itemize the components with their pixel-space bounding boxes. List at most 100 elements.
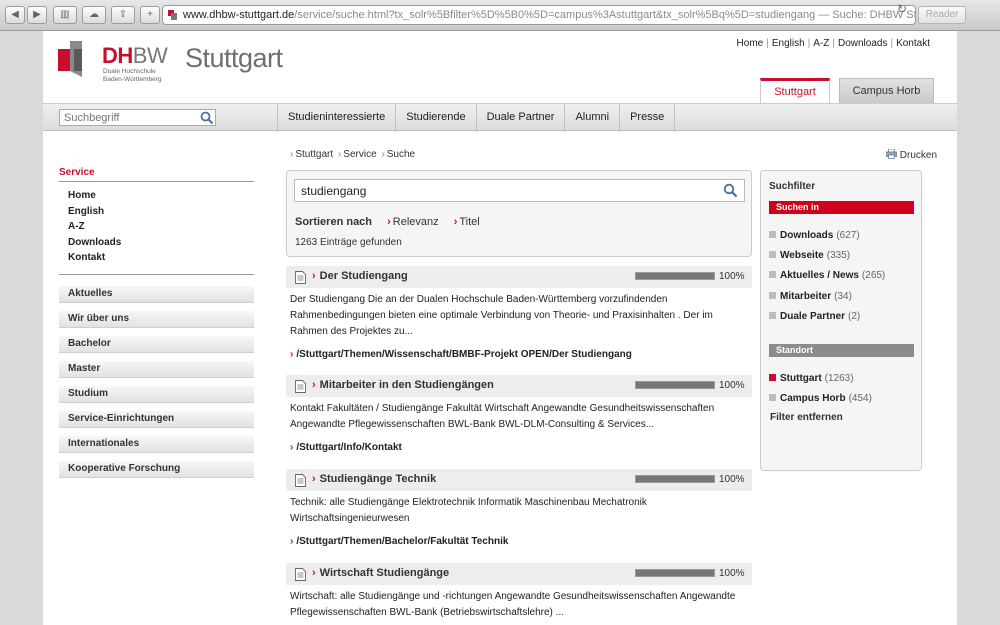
filter-item-aktuelles-news[interactable]: Aktuelles / News (265) <box>769 270 885 281</box>
breadcrumb-service[interactable]: Service <box>343 149 376 160</box>
search-panel: Sortieren nach ›Relevanz ›Titel 1263 Ein… <box>286 170 752 257</box>
filter-item-downloads[interactable]: Downloads (627) <box>769 230 860 241</box>
address-bar[interactable]: www.dhbw-stuttgart.de/service/suche.html… <box>162 5 916 25</box>
category-aktuelles[interactable]: Aktuelles <box>59 286 254 303</box>
sidebar-item-english[interactable]: English <box>68 204 254 220</box>
site-search-input[interactable] <box>59 109 216 126</box>
breadcrumb-arrow-icon: › <box>290 149 294 160</box>
chevron-right-icon: › <box>312 379 316 391</box>
filter-standort-header: Standort <box>769 344 914 357</box>
forward-button[interactable]: ▶ <box>27 6 47 24</box>
icloud-tabs-button[interactable]: ☁ <box>82 6 106 24</box>
document-icon <box>295 380 306 393</box>
logo-subtitle-1: Duale Hochschule <box>103 68 156 75</box>
sidebar-item-kontakt[interactable]: Kontakt <box>68 250 254 266</box>
search-result: › Mitarbeiter in den Studiengängen 100% K… <box>286 375 752 453</box>
breadcrumb-stuttgart[interactable]: Stuttgart <box>295 149 333 160</box>
top-links: Home | English | A-Z | Downloads | Kontakt <box>736 38 930 49</box>
category-wir-ueber-uns[interactable]: Wir über uns <box>59 311 254 328</box>
bookmarks-button[interactable]: ▥ <box>53 6 77 24</box>
breadcrumb-arrow-icon: › <box>381 149 385 160</box>
tab-stuttgart[interactable]: Stuttgart <box>760 78 830 104</box>
chevron-right-icon: › <box>387 216 391 228</box>
top-link-downloads[interactable]: Downloads <box>838 38 887 49</box>
reader-button[interactable]: Reader <box>918 6 966 24</box>
relevance-bar <box>635 272 715 280</box>
chevron-right-icon: › <box>453 216 458 228</box>
logo-bw: BW <box>132 43 168 68</box>
search-icon[interactable] <box>723 183 738 198</box>
relevance-percent: 100% <box>719 474 745 485</box>
tab-campus-horb[interactable]: Campus Horb <box>839 78 934 104</box>
result-title[interactable]: › Studiengänge Technik <box>312 473 436 485</box>
relevance-bar <box>635 569 715 577</box>
nav-item-studierende[interactable]: Studierende <box>395 104 475 132</box>
filter-item-webseite[interactable]: Webseite (335) <box>769 250 850 261</box>
relevance-percent: 100% <box>719 271 745 282</box>
result-title[interactable]: › Der Studiengang <box>312 270 408 282</box>
sidebar-item-a-z[interactable]: A-Z <box>68 219 254 235</box>
filter-item-duale-partner[interactable]: Duale Partner (2) <box>769 311 860 322</box>
result-snippet: Technik: alle Studiengänge Elektrotechni… <box>290 497 647 524</box>
sidebar-service: Service Home English A-Z Downloads Konta… <box>59 167 254 275</box>
sidebar-item-downloads[interactable]: Downloads <box>68 235 254 251</box>
nav-item-alumni[interactable]: Alumni <box>564 104 619 132</box>
top-link-home[interactable]: Home <box>737 38 764 49</box>
result-link[interactable]: ›/Stuttgart/Info/Kontakt <box>286 433 752 453</box>
filter-item-stuttgart[interactable]: Stuttgart (1263) <box>769 373 854 384</box>
sidebar-item-home[interactable]: Home <box>68 188 254 204</box>
url-host: www.dhbw-stuttgart.de <box>183 9 295 21</box>
nav-item-presse[interactable]: Presse <box>619 104 676 132</box>
category-internationales[interactable]: Internationales <box>59 436 254 453</box>
search-result: › Studiengänge Technik 100% Technik: alle… <box>286 469 752 547</box>
favicon-icon <box>168 10 177 20</box>
category-master[interactable]: Master <box>59 361 254 378</box>
web-page: DHBW Duale Hochschule Baden-Württemberg … <box>43 31 957 625</box>
result-title[interactable]: › Mitarbeiter in den Studiengängen <box>312 379 494 391</box>
nav-item-duale-partner[interactable]: Duale Partner <box>475 104 565 132</box>
search-filter-panel: Suchfilter Suchen in Downloads (627) Webs… <box>760 170 922 471</box>
search-icon[interactable] <box>200 111 214 125</box>
category-bachelor[interactable]: Bachelor <box>59 336 254 353</box>
search-result: › Der Studiengang 100% Der Studiengang Di… <box>286 266 752 360</box>
print-label: Drucken <box>899 150 938 161</box>
sort-row: Sortieren nach › Relevanz › Titel <box>295 216 480 228</box>
top-link-a-z[interactable]: A-Z <box>813 38 829 49</box>
search-query-input[interactable] <box>294 179 745 202</box>
sort-relevanz[interactable]: Relevanz <box>393 216 439 228</box>
nav-items: Studieninteressierte Studierende Duale P… <box>277 104 676 132</box>
breadcrumb: › Stuttgart › Service › Suche <box>288 149 415 160</box>
logo-subtitle-2: Baden-Württemberg <box>103 75 162 83</box>
sidebar-categories: Aktuelles Wir über uns Bachelor Master S… <box>59 286 254 486</box>
new-tab-button[interactable]: + <box>140 6 160 24</box>
sidebar-section-title[interactable]: Service <box>59 167 254 182</box>
top-link-kontakt[interactable]: Kontakt <box>896 38 930 49</box>
document-icon <box>295 474 306 487</box>
back-button[interactable]: ◀ <box>5 6 25 24</box>
share-button[interactable]: ⇪ <box>111 6 135 24</box>
filter-remove-link[interactable]: Filter entfernen <box>770 412 843 423</box>
top-link-english[interactable]: English <box>772 38 805 49</box>
chevron-right-icon: › <box>312 473 316 485</box>
dhbw-logo-icon <box>58 41 82 77</box>
filter-item-campus-horb[interactable]: Campus Horb (454) <box>769 393 872 404</box>
category-studium[interactable]: Studium <box>59 386 254 403</box>
result-link[interactable]: ›/Stuttgart/Themen/Wissenschaft/BMBF-Pro… <box>286 340 752 360</box>
relevance-bar <box>635 475 715 483</box>
nav-item-studieninteressierte[interactable]: Studieninteressierte <box>277 104 395 132</box>
filter-item-mitarbeiter[interactable]: Mitarbeiter (34) <box>769 291 852 302</box>
document-icon <box>295 271 306 284</box>
print-button[interactable]: Drucken <box>886 148 938 161</box>
document-icon <box>295 568 306 581</box>
category-service-einrichtungen[interactable]: Service-Einrichtungen <box>59 411 254 428</box>
result-link[interactable]: ›/Stuttgart/Themen/Bachelor/Fakultät Tec… <box>286 527 752 547</box>
category-kooperative-forschung[interactable]: Kooperative Forschung <box>59 461 254 478</box>
sort-titel[interactable]: Titel <box>459 216 479 228</box>
results-count: 1263 Einträge gefunden <box>295 237 402 248</box>
relevance-percent: 100% <box>719 568 745 579</box>
reload-icon[interactable]: ↻ <box>897 2 911 16</box>
dhbw-logo[interactable]: DHBW Duale Hochschule Baden-Württemberg … <box>58 41 298 91</box>
result-title[interactable]: › Wirtschaft Studiengänge <box>312 567 449 579</box>
chevron-right-icon: › <box>312 567 316 579</box>
url-path: /service/suche.html?tx_solr%5Bfilter%5D%… <box>294 9 816 21</box>
